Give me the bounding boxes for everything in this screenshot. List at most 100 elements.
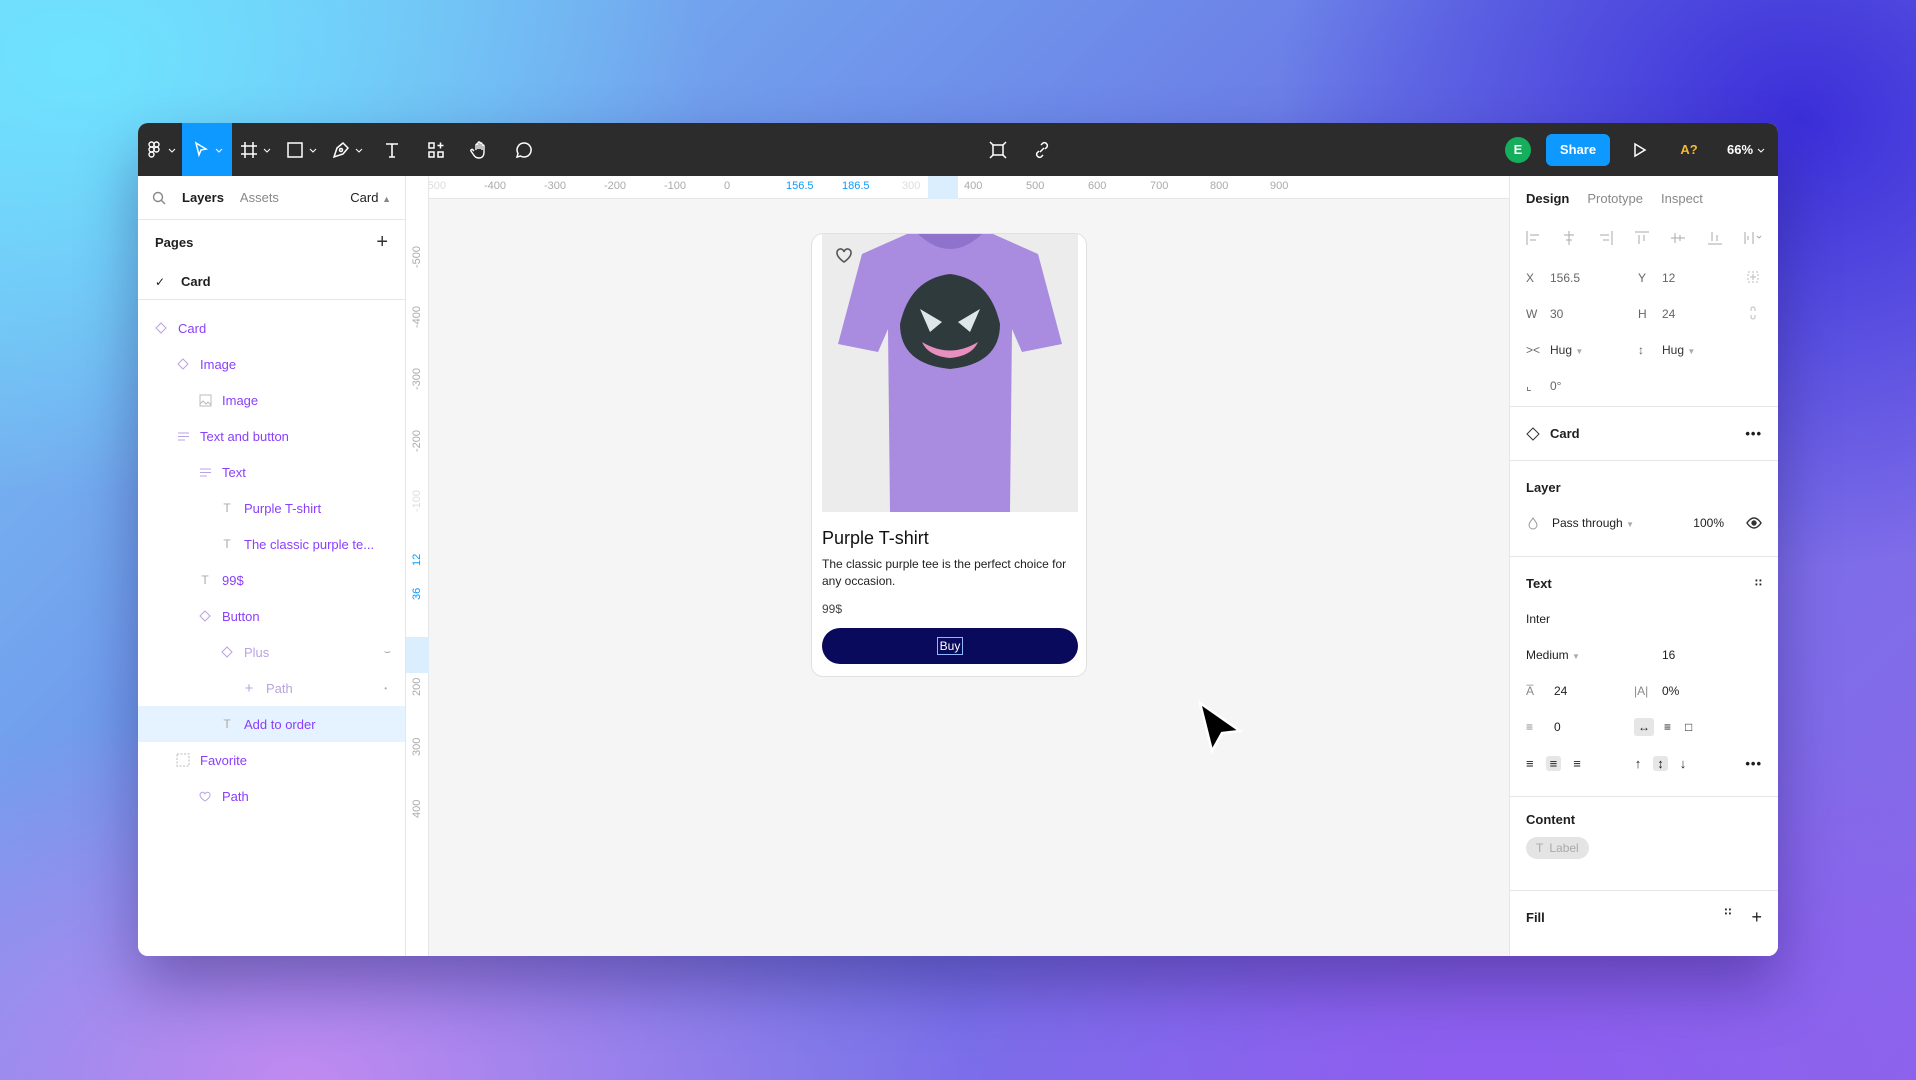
auto-width-icon[interactable]: ↔: [1634, 718, 1654, 736]
eye-icon[interactable]: [1746, 517, 1762, 529]
ai-button[interactable]: A?: [1664, 123, 1714, 176]
page-item-card[interactable]: ✓ Card: [138, 264, 405, 300]
layer-row[interactable]: Button: [138, 598, 405, 634]
layer-row[interactable]: T The classic purple te...: [138, 526, 405, 562]
main-menu-button[interactable]: [138, 123, 182, 176]
product-card[interactable]: Purple T-shirt The classic purple tee is…: [811, 233, 1087, 677]
play-icon: [1634, 142, 1647, 157]
font-family-select[interactable]: Inter: [1526, 601, 1762, 637]
layer-row[interactable]: Path: [138, 778, 405, 814]
tab-design[interactable]: Design: [1526, 191, 1569, 206]
favorite-heart-icon[interactable]: [834, 246, 854, 267]
auto-height-icon[interactable]: ≡: [1660, 718, 1675, 736]
layer-row[interactable]: Text: [138, 454, 405, 490]
line-height-input[interactable]: 24: [1554, 684, 1634, 698]
content-label-chip[interactable]: T Label: [1526, 837, 1589, 859]
more-options-icon[interactable]: •••: [1745, 426, 1762, 441]
layer-row[interactable]: + Path •: [138, 670, 405, 706]
hug-height-select[interactable]: Hug ▼: [1662, 343, 1695, 357]
h-input[interactable]: 24: [1662, 307, 1675, 321]
shape-tool-button[interactable]: [278, 123, 324, 176]
text-align-right-icon[interactable]: ≡: [1573, 756, 1581, 771]
layer-row[interactable]: Text and button: [138, 418, 405, 454]
fill-section-title: Fill: [1526, 909, 1545, 925]
align-bottom-icon[interactable]: [1706, 229, 1724, 247]
fixed-size-icon[interactable]: □: [1681, 718, 1696, 736]
constraints-icon[interactable]: [1746, 270, 1760, 284]
x-input[interactable]: 156.5: [1550, 271, 1580, 285]
add-page-icon[interactable]: +: [376, 231, 388, 254]
hand-tool-button[interactable]: [458, 123, 502, 176]
ruler-tick-label: 186.5: [842, 180, 870, 192]
resources-button[interactable]: [414, 123, 458, 176]
rotation-input[interactable]: 0°: [1550, 379, 1561, 393]
avatar-button[interactable]: E: [1494, 123, 1542, 176]
text-icon: T: [223, 717, 231, 731]
hand-icon: [470, 140, 485, 159]
layer-name: Purple T-shirt: [244, 500, 322, 516]
layer-row[interactable]: Plus ⌣: [138, 634, 405, 670]
align-bottom-text-icon[interactable]: ↓: [1680, 756, 1687, 771]
add-fill-icon[interactable]: +: [1751, 907, 1762, 928]
ruler-tick-label: 300: [411, 737, 423, 756]
fill-styles-icon[interactable]: ∷: [1725, 907, 1732, 928]
letter-spacing-input[interactable]: 0%: [1662, 684, 1679, 698]
tab-layers[interactable]: Layers: [182, 190, 224, 205]
layer-row[interactable]: T 99$: [138, 562, 405, 598]
layer-name: The classic purple te...: [244, 536, 375, 552]
font-weight-select[interactable]: Medium ▼: [1526, 648, 1662, 662]
component-name: Card: [1550, 426, 1580, 441]
component-instance-button[interactable]: [976, 123, 1020, 176]
text-align-left-icon[interactable]: ≡: [1526, 756, 1534, 771]
layer-row[interactable]: Image: [138, 382, 405, 418]
align-right-icon[interactable]: [1597, 229, 1615, 247]
align-middle-text-icon[interactable]: ↕: [1653, 755, 1668, 771]
tab-prototype[interactable]: Prototype: [1587, 191, 1643, 206]
share-button[interactable]: Share: [1545, 133, 1611, 166]
text-styles-icon[interactable]: ∷: [1755, 578, 1762, 589]
product-image: [822, 234, 1078, 512]
tab-assets[interactable]: Assets: [240, 190, 279, 205]
move-tool-button[interactable]: [182, 123, 232, 176]
zoom-control[interactable]: 66%: [1714, 123, 1778, 176]
hug-height-label: Hug: [1662, 343, 1685, 357]
fill-section: Fill ∷ +: [1510, 890, 1778, 935]
link-button[interactable]: [1020, 123, 1064, 176]
align-center-v-icon[interactable]: [1669, 229, 1687, 247]
layer-row[interactable]: Card: [138, 310, 405, 346]
canvas[interactable]: -500 -400 -300 -200 -100 0 156.5 186.5 300 400 500…: [406, 176, 1509, 956]
distribute-icon[interactable]: [1742, 229, 1764, 247]
text-align-center-icon[interactable]: ≡: [1545, 755, 1562, 771]
layer-row[interactable]: T Add to order: [138, 706, 405, 742]
frame-tool-button[interactable]: [232, 123, 278, 176]
present-button[interactable]: [1614, 123, 1664, 176]
ruler-selection-highlight-v: [406, 637, 429, 673]
paragraph-spacing-input[interactable]: 0: [1554, 720, 1634, 734]
layer-row[interactable]: Image: [138, 346, 405, 382]
w-input[interactable]: 30: [1550, 307, 1563, 321]
text-more-options-icon[interactable]: •••: [1745, 756, 1762, 771]
page-select[interactable]: Card ▲: [350, 190, 391, 205]
pen-tool-button[interactable]: [324, 123, 370, 176]
y-input[interactable]: 12: [1662, 271, 1675, 285]
layer-name: Button: [222, 608, 260, 624]
text-tool-button[interactable]: [370, 123, 414, 176]
search-icon[interactable]: [152, 191, 166, 205]
align-center-h-icon[interactable]: [1560, 229, 1578, 247]
align-top-text-icon[interactable]: ↑: [1635, 756, 1642, 771]
align-left-icon[interactable]: [1524, 229, 1542, 247]
blend-mode-select[interactable]: Pass through ▼: [1552, 516, 1634, 530]
component-icon: [176, 357, 190, 371]
hidden-eye-icon[interactable]: ⌣: [384, 646, 391, 659]
align-top-icon[interactable]: [1633, 229, 1651, 247]
layer-row[interactable]: Favorite: [138, 742, 405, 778]
layer-row[interactable]: T Purple T-shirt: [138, 490, 405, 526]
opacity-input[interactable]: 100%: [1693, 516, 1724, 530]
hug-width-select[interactable]: Hug ▼: [1550, 343, 1583, 357]
font-size-input[interactable]: 16: [1662, 648, 1675, 662]
tab-inspect[interactable]: Inspect: [1661, 191, 1703, 206]
right-panel-tabs: Design Prototype Inspect: [1510, 176, 1778, 220]
comment-tool-button[interactable]: [502, 123, 546, 176]
lock-ratio-icon[interactable]: [1748, 306, 1758, 320]
buy-button[interactable]: Buy: [822, 628, 1078, 664]
